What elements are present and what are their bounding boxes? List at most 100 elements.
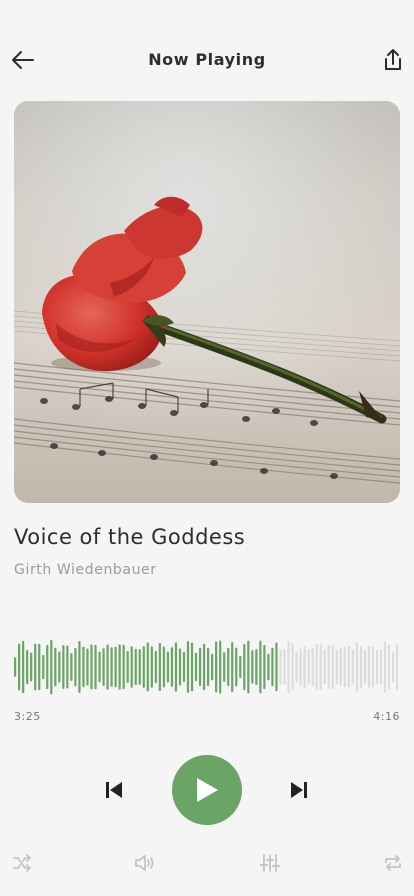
- waveform-bar: [311, 648, 314, 686]
- waveform-bar: [347, 646, 350, 688]
- waveform-bar: [291, 643, 294, 691]
- waveform-bar: [182, 652, 186, 682]
- waveform-bar: [391, 651, 395, 683]
- repeat-icon: [385, 855, 401, 871]
- waveform-bar: [351, 649, 354, 685]
- waveform-bar: [74, 647, 77, 687]
- waveform-bar: [283, 649, 286, 685]
- waveform-bar: [66, 645, 69, 689]
- equalizer-button[interactable]: [259, 852, 281, 874]
- waveform-bar: [34, 643, 37, 691]
- shuffle-button[interactable]: [11, 852, 33, 874]
- waveform-bar: [110, 647, 113, 687]
- share-icon: [385, 49, 401, 70]
- waveform-bar: [118, 644, 121, 690]
- waveform-seek-bar[interactable]: [14, 636, 400, 698]
- waveform-bar: [18, 643, 21, 691]
- waveform-bar: [355, 642, 358, 692]
- waveform-bar: [130, 646, 133, 688]
- waveform-bar: [231, 642, 234, 692]
- waveform-bar: [82, 646, 85, 688]
- waveform-bar: [307, 649, 310, 685]
- waveform-bar: [243, 643, 246, 691]
- waveform-bar: [295, 651, 298, 683]
- waveform-bar: [22, 640, 25, 694]
- share-button[interactable]: [382, 47, 404, 73]
- waveform-bar: [46, 644, 49, 690]
- waveform-bar: [387, 644, 391, 690]
- waveform-bar: [367, 645, 371, 689]
- track-title: Voice of the Goddess: [14, 525, 246, 549]
- waveform-bar: [98, 651, 101, 683]
- track-artist: Girth Wiedenbauer: [14, 562, 157, 578]
- waveform-bar: [259, 640, 262, 694]
- waveform-bar: [170, 647, 174, 687]
- skip-previous-icon: [106, 782, 122, 798]
- previous-button[interactable]: [102, 778, 126, 802]
- waveform-bar: [371, 646, 375, 688]
- waveform-bar: [50, 639, 53, 695]
- waveform-bar: [54, 647, 57, 687]
- waveform-bar: [263, 644, 266, 690]
- waveform-bar: [331, 644, 334, 690]
- waveform-bar: [363, 650, 367, 684]
- waveform-bar: [383, 641, 387, 693]
- waveform-bar: [174, 642, 178, 692]
- waveform-bar: [58, 651, 61, 683]
- waveform-bar: [190, 642, 194, 692]
- waveform-bar: [142, 646, 145, 688]
- waveform-bar: [275, 642, 278, 692]
- waveform-bar: [78, 641, 81, 693]
- waveform-bar: [114, 646, 117, 688]
- waveform-bar: [90, 644, 93, 690]
- next-button[interactable]: [287, 778, 311, 802]
- waveform-bar: [315, 643, 318, 691]
- waveform-bar: [247, 640, 250, 694]
- waveform-bar: [134, 648, 137, 686]
- waveform-bar: [215, 641, 218, 693]
- waveform-bar: [271, 647, 274, 687]
- waveform-bar: [86, 648, 89, 686]
- waveform-bar: [14, 657, 17, 677]
- waveform-bar: [359, 645, 362, 689]
- waveform-bar: [235, 647, 238, 687]
- waveform-bar: [162, 646, 165, 688]
- current-time: 3:25: [14, 710, 41, 723]
- playback-controls: [0, 752, 414, 828]
- waveform-bar: [339, 647, 342, 687]
- skip-next-icon: [291, 782, 307, 798]
- waveform-bar: [198, 647, 202, 687]
- waveform-bar: [186, 641, 190, 693]
- waveform-bar: [279, 649, 282, 685]
- waveform-bar: [94, 644, 97, 690]
- waveform-bar: [122, 644, 125, 690]
- waveform-bar: [223, 652, 226, 682]
- waveform-bar: [38, 643, 41, 691]
- repeat-button[interactable]: [382, 852, 404, 874]
- waveform-bar: [211, 653, 214, 681]
- waveform-bar: [178, 648, 182, 686]
- play-button[interactable]: [172, 755, 242, 825]
- equalizer-icon: [260, 854, 280, 872]
- waveform-bar: [239, 656, 242, 679]
- total-time: 4:16: [373, 710, 400, 723]
- waveform-bar: [319, 644, 322, 690]
- waveform-bar: [26, 649, 29, 685]
- waveform-bar: [138, 649, 141, 685]
- waveform-bar: [166, 651, 169, 683]
- waveform-bar: [299, 648, 302, 686]
- waveform-bar: [323, 649, 326, 685]
- waveform-bar: [219, 640, 222, 694]
- play-icon: [197, 778, 218, 802]
- album-artwork: [14, 101, 400, 503]
- waveform-bar: [395, 644, 399, 690]
- waveform-bar: [102, 648, 105, 686]
- waveform-bar: [335, 649, 338, 685]
- shuffle-icon: [13, 854, 31, 872]
- waveform-bar: [202, 643, 206, 691]
- waveform-bar: [70, 652, 73, 682]
- waveform-bar: [62, 645, 65, 689]
- volume-button[interactable]: [134, 852, 156, 874]
- waveform-bar: [207, 647, 210, 687]
- volume-icon: [135, 855, 154, 871]
